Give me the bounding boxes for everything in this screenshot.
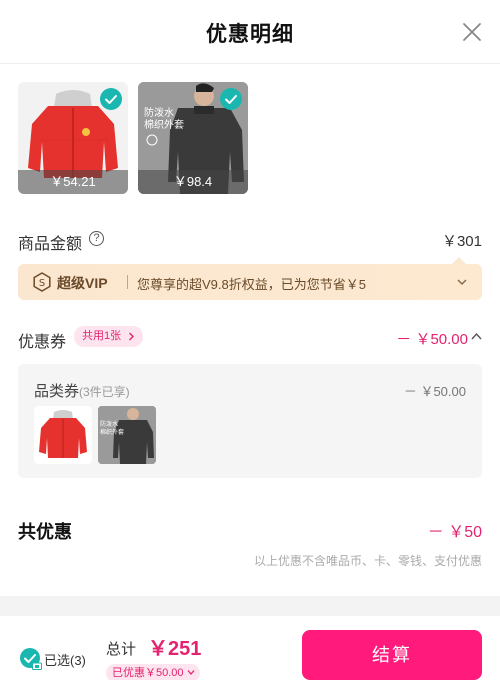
selected-count: 已选(3) [44, 653, 86, 668]
product-price: ￥98.4 [138, 170, 248, 194]
chevron-up-icon[interactable] [471, 332, 482, 340]
coupon-type-sub: (3件已享) [79, 385, 130, 399]
discount-note: 以上优惠不含唯品币、卡、零钱、支付优惠 [253, 554, 482, 568]
product-amount-row: 商品金额 ? ￥301 [18, 228, 482, 253]
total-value: ￥251 [148, 638, 202, 660]
vip-text: 您尊享的超V9.8折权益，已为您节省￥5 [137, 277, 366, 292]
chevron-right-icon [129, 332, 135, 341]
checkout-bar: 已选(3) 总计 ￥251 已优惠￥50.00 结算 [0, 616, 500, 680]
svg-text:S: S [39, 278, 45, 289]
total-discount-label: 共优惠 [18, 522, 72, 542]
page-title: 优惠明细 [206, 23, 294, 46]
discount-pill-text: 已优惠￥50.00 [112, 667, 184, 679]
coupon-detail-box: 品类券(3件已享) － ￥50.00 防泼水 棉织外套 [18, 364, 482, 478]
checkout-button[interactable]: 结算 [302, 630, 482, 680]
coupon-thumb-tag-line-1: 防泼水 [100, 420, 118, 428]
chevron-down-icon[interactable] [456, 276, 468, 288]
product-price: ￥54.21 [18, 170, 128, 194]
total-discount-value: － ￥50 [427, 524, 482, 541]
coupon-thumbs: 防泼水 棉织外套 [34, 406, 156, 464]
product-tag-line-1: 防泼水 [144, 106, 174, 119]
vip-badge-icon: S [33, 272, 51, 292]
section-divider [0, 596, 500, 616]
vip-name: 超级VIP [57, 275, 108, 291]
total-discount-row: 共优惠 － ￥50 [18, 516, 482, 542]
coupon-row: 优惠券 共用1张 － ￥50.00 [18, 325, 482, 351]
coupon-count-pill[interactable]: 共用1张 [74, 326, 144, 347]
coupon-count-text: 共用1张 [82, 330, 122, 342]
checked-icon[interactable] [220, 88, 242, 110]
coupon-type-value: － ￥50.00 [403, 384, 466, 399]
coupon-thumb-tag-line-2: 棉织外套 [100, 428, 124, 436]
product-tag-line-2: 棉织外套 [144, 118, 184, 131]
header: 优惠明细 [0, 0, 500, 64]
product-amount-value: ￥301 [441, 233, 482, 250]
coupon-type-label: 品类券 [34, 383, 80, 400]
lock-icon [32, 662, 42, 670]
coupon-type-name: 品类券(3件已享) [34, 380, 130, 401]
chevron-down-icon [187, 670, 195, 675]
coupon-value: － ￥50.00 [396, 331, 468, 348]
discount-pill[interactable]: 已优惠￥50.00 [106, 664, 200, 680]
help-icon[interactable]: ? [89, 231, 104, 246]
total-label: 总计 [106, 641, 137, 658]
product-card-1[interactable]: ￥54.21 [18, 82, 128, 194]
coupon-thumb-black-jacket: 防泼水 棉织外套 [98, 406, 156, 464]
coupon-thumb-red-jacket [34, 406, 92, 464]
coupon-label: 优惠券 [18, 334, 67, 351]
product-amount-label: 商品金额 [18, 236, 83, 253]
checked-icon[interactable] [100, 88, 122, 110]
product-list: ￥54.21 防泼水 棉织外套 ￥98.4 [18, 82, 248, 194]
vip-banner[interactable]: S 超级VIP 您尊享的超V9.8折权益，已为您节省￥5 [18, 257, 482, 300]
close-icon[interactable] [458, 18, 486, 46]
product-card-2[interactable]: 防泼水 棉织外套 ￥98.4 [138, 82, 248, 194]
vip-pointer [452, 257, 466, 264]
vip-separator [127, 275, 128, 289]
